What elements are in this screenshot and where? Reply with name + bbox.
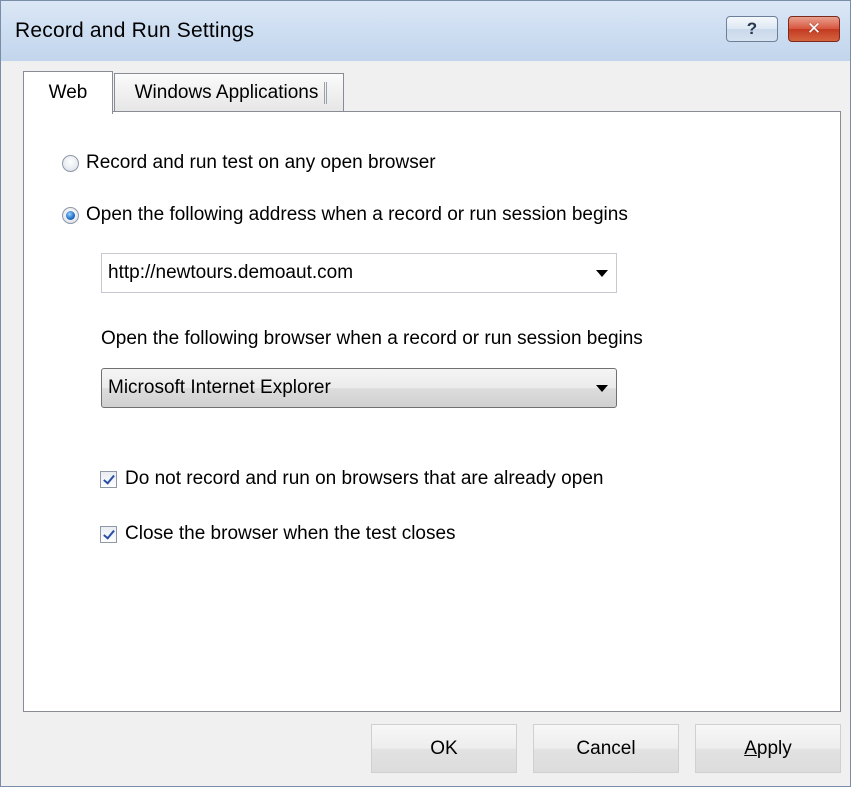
radio-any-open-browser-label: Record and run test on any open browser	[86, 152, 436, 173]
title-bar: Record and Run Settings ? ✕	[1, 1, 850, 61]
radio-button-checked[interactable]	[62, 206, 79, 224]
address-combo[interactable]: http://newtours.demoaut.com	[101, 253, 617, 293]
apply-button-label: pply	[756, 737, 792, 759]
cancel-button-label: Cancel	[576, 737, 636, 759]
chevron-down-icon[interactable]	[596, 385, 608, 392]
tab-windows-applications-label: Windows Applications	[131, 81, 328, 104]
help-button[interactable]: ?	[726, 16, 778, 42]
apply-button[interactable]: Apply	[695, 724, 841, 773]
checkbox-no-open-browsers-label: Do not record and run on browsers that a…	[125, 468, 604, 489]
checkbox-checked[interactable]	[100, 525, 117, 543]
checkbox-close-browser-label: Close the browser when the test closes	[125, 523, 456, 544]
browser-label: Open the following browser when a record…	[101, 328, 643, 349]
close-icon: ✕	[806, 19, 822, 38]
radio-any-open-browser[interactable]: Record and run test on any open browser	[62, 152, 436, 174]
cancel-button[interactable]: Cancel	[533, 724, 679, 773]
window-title: Record and Run Settings	[15, 19, 255, 42]
browser-value: Microsoft Internet Explorer	[108, 377, 331, 398]
ok-button[interactable]: OK	[371, 724, 517, 773]
tab-windows-applications[interactable]: Windows Applications	[114, 73, 344, 111]
ok-button-label: OK	[430, 737, 458, 759]
tab-web[interactable]: Web	[23, 71, 113, 114]
checkbox-checked[interactable]	[100, 470, 117, 488]
record-and-run-settings-dialog: Record and Run Settings ? ✕ Web Windows …	[0, 0, 851, 787]
radio-open-address[interactable]: Open the following address when a record…	[62, 204, 628, 226]
checkbox-close-browser[interactable]: Close the browser when the test closes	[100, 523, 456, 545]
apply-button-accelerator: A	[744, 737, 757, 759]
address-value: http://newtours.demoaut.com	[108, 262, 354, 283]
browser-select[interactable]: Microsoft Internet Explorer	[101, 368, 617, 408]
tab-web-label: Web	[48, 82, 88, 103]
web-settings-panel: Record and run test on any open browser …	[23, 111, 841, 712]
radio-button-unchecked[interactable]	[62, 154, 79, 172]
chevron-down-icon[interactable]	[596, 270, 608, 277]
checkbox-no-open-browsers[interactable]: Do not record and run on browsers that a…	[100, 468, 603, 490]
close-button[interactable]: ✕	[788, 16, 840, 42]
radio-open-address-label: Open the following address when a record…	[86, 204, 628, 225]
question-mark-icon: ?	[746, 19, 758, 38]
